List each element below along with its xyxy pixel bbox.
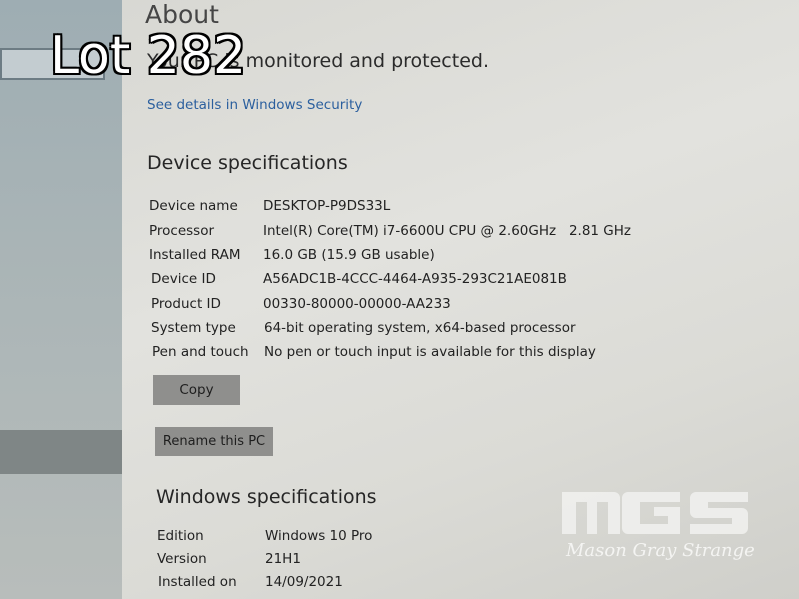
spec-row-processor: Processor Intel(R) Core(TM) i7-6600U CPU … (149, 223, 631, 239)
copy-button[interactable]: Copy (153, 375, 240, 405)
spec-value: Windows 10 Pro (265, 528, 373, 544)
spec-row-product-id: Product ID 00330-80000-00000-AA233 (151, 296, 451, 312)
lot-number-overlay: Lot 282 (50, 26, 247, 86)
sidebar-hover-item[interactable] (0, 430, 132, 474)
spec-value: No pen or touch input is available for t… (264, 344, 596, 360)
page-title: About (145, 0, 219, 29)
device-specifications-heading: Device specifications (147, 152, 348, 174)
spec-value: 16.0 GB (15.9 GB usable) (263, 247, 435, 263)
spec-value: 21H1 (265, 551, 301, 567)
spec-label: Pen and touch (152, 344, 249, 360)
spec-value: A56ADC1B-4CCC-4464-A935-293C21AE081B (263, 271, 567, 287)
spec-value: Intel(R) Core(TM) i7-6600U CPU @ 2.60GHz… (263, 223, 632, 239)
spec-row-device-name: Device name DESKTOP-P9DS33L (149, 198, 390, 214)
spec-row-edition: Edition Windows 10 Pro (157, 528, 372, 544)
spec-label: Device name (149, 198, 238, 214)
spec-label: Edition (157, 528, 204, 544)
spec-row-installed-on: Installed on 14/09/2021 (158, 574, 343, 590)
spec-label: Processor (149, 223, 215, 239)
spec-row-device-id: Device ID A56ADC1B-4CCC-4464-A935-293C21A… (151, 271, 567, 287)
spec-value: 14/09/2021 (265, 574, 343, 590)
spec-label: Device ID (151, 271, 216, 287)
spec-row-system-type: System type 64-bit operating system, x64-… (151, 320, 576, 336)
windows-security-link[interactable]: See details in Windows Security (147, 97, 362, 113)
spec-value: 00330-80000-00000-AA233 (263, 296, 451, 312)
spec-row-pen-and-touch: Pen and touch No pen or touch input is av… (152, 344, 596, 360)
spec-label: Version (157, 551, 207, 567)
windows-specifications-heading: Windows specifications (156, 486, 377, 508)
spec-value: 64-bit operating system, x64-based proce… (264, 320, 576, 336)
settings-sidebar (0, 0, 132, 599)
spec-row-version: Version 21H1 (157, 551, 301, 567)
spec-value: DESKTOP-P9DS33L (263, 198, 391, 214)
watermark-caption: Mason Gray Strange (566, 540, 755, 561)
rename-pc-button[interactable]: Rename this PC (155, 427, 273, 456)
mgs-logo-watermark (562, 492, 748, 534)
spec-label: Product ID (151, 296, 221, 312)
spec-label: System type (151, 320, 236, 336)
spec-row-installed-ram: Installed RAM 16.0 GB (15.9 GB usable) (149, 247, 435, 263)
spec-label: Installed RAM (149, 247, 241, 263)
spec-label: Installed on (158, 574, 237, 590)
